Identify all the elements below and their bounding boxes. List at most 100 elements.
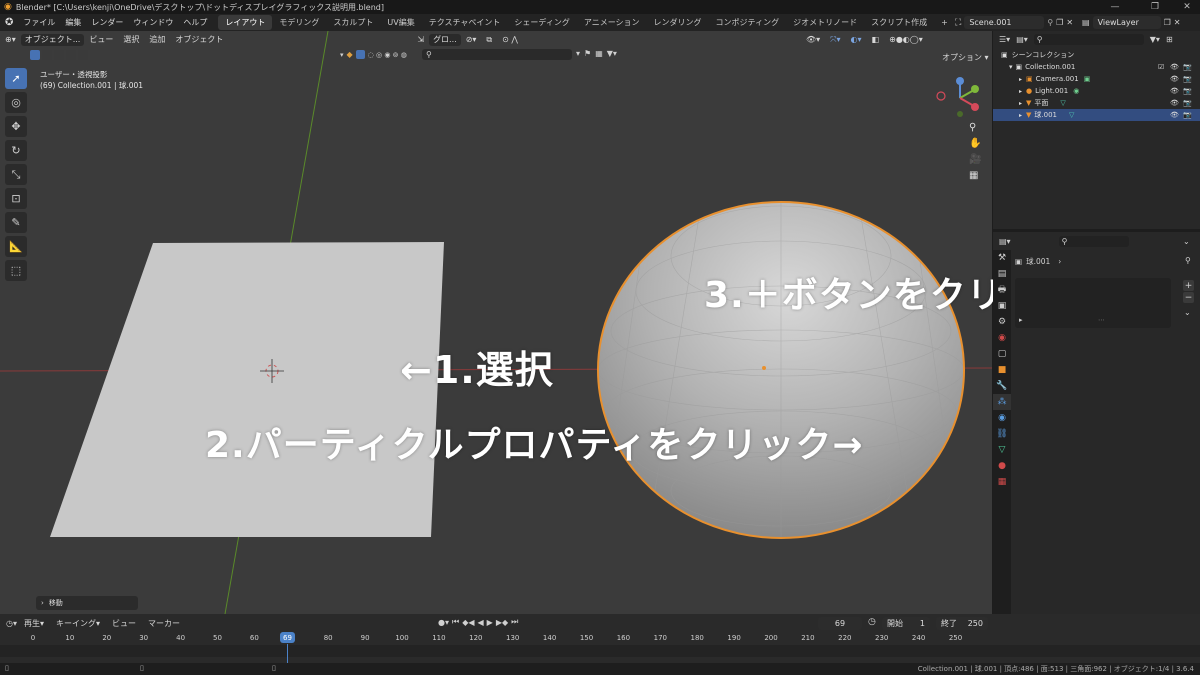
annotate-tool-icon[interactable]: ✎ [5,212,27,233]
scene-selector[interactable]: Scene.001 [964,16,1045,29]
particles-tab-icon[interactable]: ⁂ [993,394,1011,410]
playhead-frame-badge[interactable]: 69 [280,632,295,643]
menu-object[interactable]: オブジェクト [170,34,228,45]
expand-icon[interactable]: ▸ [1019,100,1022,107]
render-camera-icon[interactable]: 📷 [1183,87,1192,95]
playhead-line[interactable] [287,644,288,664]
workspace-tab-geometry-nodes[interactable]: ジオメトリノード [786,15,864,30]
pin-icon[interactable]: ⚲ [1185,256,1191,265]
workspace-tab-texture-paint[interactable]: テクスチャペイント [422,15,508,30]
menu-edit[interactable]: 編集 [60,17,86,28]
output-tab-icon[interactable]: 🖶 [993,282,1011,298]
tool-tab-icon[interactable]: ⚒ [993,250,1011,266]
visibility-eye-icon[interactable]: 👁 [1170,99,1179,107]
menu-window[interactable]: ウィンドウ [128,17,178,28]
new-view-layer-icon[interactable]: ❐ [1164,18,1171,27]
add-cube-tool-icon[interactable]: ⬚ [5,260,27,281]
menu-add[interactable]: 追加 [144,34,170,45]
world-tab-icon[interactable]: ◉ [993,330,1011,346]
camera-view-icon[interactable]: 🎥 [969,154,981,165]
constraints-tab-icon[interactable]: ⛓ [993,426,1011,442]
shading-modes-icon[interactable]: ⊕●◐◯▾ [884,35,928,44]
list-resize-handle-icon[interactable]: ⋯ [1098,316,1105,324]
expand-icon[interactable]: ▸ [1019,76,1022,83]
scene-icon[interactable]: ⛶ [955,18,961,28]
select-box-tool-icon[interactable]: ➚ [5,68,27,89]
proportional-edit-icon[interactable]: ⊙ ⋀ [497,35,523,44]
expand-icon[interactable]: ▸ [1019,88,1022,95]
render-camera-icon[interactable]: 📷 [1183,63,1192,71]
workspace-tab-animation[interactable]: アニメーション [577,15,647,30]
visibility-eye-icon[interactable]: 👁 [1170,63,1179,71]
editor-type-icon[interactable]: ⊕▾ [0,35,21,44]
3d-viewport[interactable] [0,31,992,614]
keyframe-track[interactable] [0,645,1200,657]
rotate-tool-icon[interactable]: ↻ [5,140,27,161]
select-box-mode-icon[interactable] [30,50,40,60]
expand-icon[interactable]: ▸ [1019,112,1022,119]
last-operator-panel[interactable]: › 移動 [36,596,138,610]
new-collection-icon[interactable]: ⊞ [1166,35,1173,44]
expand-icon[interactable]: ▾ [1009,63,1013,71]
measure-tool-icon[interactable]: 📐 [5,236,27,257]
add-workspace-button[interactable]: + [934,16,955,29]
add-particle-system-button[interactable]: + [1183,280,1194,291]
pin-icon[interactable]: ⚲ [1047,18,1053,27]
workspace-tab-modeling[interactable]: モデリング [272,15,326,30]
bookmark-icon[interactable]: ⚑ [584,49,591,58]
outliner-item-camera[interactable]: ▸ ▣ Camera.001 ▣ 👁 📷 [993,73,1200,85]
ortho-grid-icon[interactable]: ▦ [969,170,981,181]
properties-search-input[interactable]: ⚲ [1058,235,1129,247]
outliner-item-sphere[interactable]: ▸ ▼ 球.001 ▽ 👁 📷 [993,109,1200,121]
zoom-icon[interactable]: ⚲ [969,122,981,133]
filter-icon[interactable]: ▼▾ [1150,35,1160,44]
move-tool-icon[interactable]: ✥ [5,116,27,137]
menu-render[interactable]: レンダー [86,17,128,28]
funnel-icon[interactable]: ▼▾ [607,49,617,58]
remove-particle-system-button[interactable]: − [1183,292,1194,303]
viewport-visibility-icon[interactable]: 👁▾ [801,35,825,44]
workspace-tab-compositing[interactable]: コンポジティング [709,15,787,30]
object-filter-icon[interactable] [355,50,365,59]
pan-hand-icon[interactable]: ✋ [969,138,981,149]
menu-file[interactable]: ファイル [18,17,60,28]
filter-icons[interactable]: ◌ ◎ ◉ ⊚ ◍ [368,51,407,59]
menu-help[interactable]: ヘルプ [178,17,212,28]
transform-tool-icon[interactable]: ⊡ [5,188,27,209]
select-subtract-mode-icon[interactable] [54,50,64,60]
close-button[interactable]: ✕ [1176,0,1198,14]
overlay-toggle-icon[interactable]: ◐▾ [846,35,867,44]
view-layer-tab-icon[interactable]: ▣ [993,298,1011,314]
outliner-item-collection[interactable]: ▾ ▣ Collection.001 ☑ 👁 📷 [993,61,1200,73]
plane-object[interactable] [50,242,444,537]
outliner-search-input[interactable]: ⚲ [1033,33,1144,45]
sphere-object[interactable] [597,201,965,539]
delete-scene-icon[interactable]: ✕ [1066,18,1073,27]
view-layer-selector[interactable]: ViewLayer [1092,16,1161,29]
blender-menu-icon[interactable]: ✪ [0,17,18,28]
filter-dropdown-icon[interactable]: ▾ [576,49,580,58]
dropdown-chevron-icon[interactable]: ▾ [340,51,344,59]
scale-tool-icon[interactable]: ⤡ [5,164,27,185]
viewport-search-input[interactable]: ⚲ [422,49,572,60]
mode-selector[interactable]: オブジェクト... [20,33,85,46]
properties-editor-icon[interactable]: ▤▾ [999,237,1011,246]
outliner-editor-icon[interactable]: ☰▾ [999,35,1010,44]
material-tab-icon[interactable]: ● [993,458,1011,474]
gizmo-toggle-icon[interactable]: ⤧▾ [825,35,845,45]
options-dropdown[interactable]: オプション ▾ [937,52,994,63]
orientation-selector[interactable]: グロ... [429,33,461,46]
outliner-item-light[interactable]: ▸ ● Light.001 ◉ 👁 📷 [993,85,1200,97]
modifiers-tab-icon[interactable]: 🔧 [993,378,1011,394]
workspace-tab-sculpt[interactable]: スカルプト [326,15,380,30]
data-tab-icon[interactable]: ▽ [993,442,1011,458]
snap-icon[interactable]: ⧉ [481,35,497,45]
maximize-button[interactable]: ❐ [1144,0,1166,14]
delete-view-layer-icon[interactable]: ✕ [1174,18,1181,27]
pivot-icon[interactable]: ⊘▾ [461,35,482,44]
workspace-tab-uv[interactable]: UV編集 [380,15,421,30]
xray-icon[interactable]: ◧ [867,35,885,44]
visibility-eye-icon[interactable]: 👁 [1170,75,1179,83]
render-tab-icon[interactable]: ▤ [993,266,1011,282]
physics-tab-icon[interactable]: ◉ [993,410,1011,426]
